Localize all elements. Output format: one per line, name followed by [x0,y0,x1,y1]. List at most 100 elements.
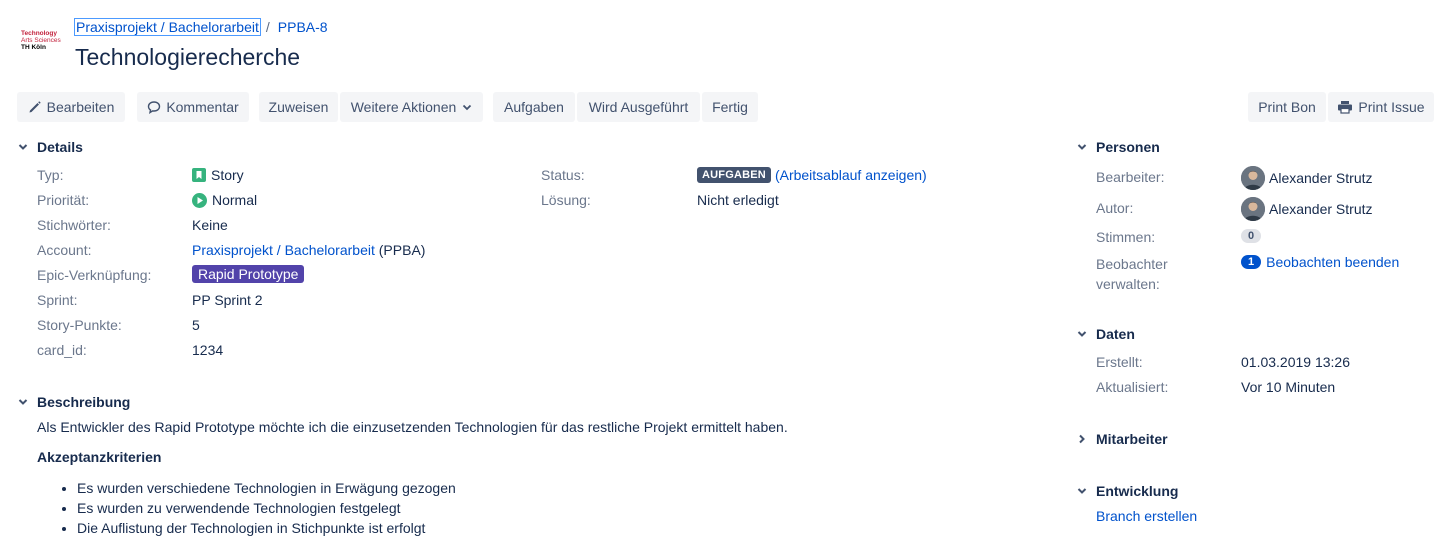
logo-line-1: Technology [21,30,57,37]
story-points-value: 5 [192,317,200,333]
priority-play-icon [192,192,207,208]
chevron-down-icon [1076,485,1088,497]
printer-icon [1337,100,1353,114]
priority-label: Priorität: [37,192,90,208]
assignee-value[interactable]: Alexander Strutz [1241,166,1373,190]
print-issue-button[interactable]: Print Issue [1328,92,1434,122]
chevron-down-icon [17,396,29,408]
issue-title[interactable]: Technologierecherche [75,44,300,71]
epic-lozenge[interactable]: Rapid Prototype [192,265,305,283]
assign-button-label: Zuweisen [268,99,329,115]
account-value: Praxisprojekt / Bachelorarbeit (PPBA) [192,242,425,258]
watchers-value: 1 Beobachten beenden [1241,254,1399,270]
updated-value: Vor 10 Minuten [1241,379,1336,395]
transition-done-label: Fertig [712,99,748,115]
chevron-down-icon [1076,328,1088,340]
chevron-down-icon [462,102,472,112]
assignee-name: Alexander Strutz [1269,170,1373,186]
created-value: 01.03.2019 13:26 [1241,354,1350,370]
chevron-down-icon [17,141,29,153]
status-lozenge: AUFGABEN [697,167,771,183]
watchers-count-badge: 1 [1241,255,1262,269]
avatar [1241,166,1265,190]
account-suffix: (PPBA) [378,242,426,258]
type-label: Typ: [37,167,64,183]
transition-todo-label: Aufgaben [504,99,564,115]
people-section-toggle[interactable]: Personen [1076,139,1160,155]
resolution-value: Nicht erledigt [697,192,779,208]
create-branch-link[interactable]: Branch erstellen [1096,508,1197,524]
edit-button-label: Bearbeiten [46,99,115,115]
account-label: Account: [37,242,92,258]
development-heading: Entwicklung [1096,483,1179,499]
people-heading: Personen [1096,139,1160,155]
print-bon-label: Print Bon [1258,99,1316,115]
stop-watching-link[interactable]: Beobachten beenden [1266,254,1399,270]
chevron-right-icon [1076,433,1088,445]
reporter-name: Alexander Strutz [1269,201,1373,217]
logo-line-2: Arts Sciences [21,37,61,44]
transition-in-progress-label: Wird Ausgeführt [588,99,689,115]
chevron-down-icon [1076,141,1088,153]
transition-todo-button[interactable]: Aufgaben [493,92,575,122]
priority-value-text: Normal [212,192,258,208]
epic-link-label: Epic-Verknüpfung: [37,267,152,283]
collaborators-section-toggle[interactable]: Mitarbeiter [1076,431,1168,447]
logo-line-3: TH Köln [21,44,46,51]
details-heading: Details [37,139,83,155]
sprint-label: Sprint: [37,292,78,308]
assignee-label: Bearbeiter: [1096,169,1165,185]
development-section-toggle[interactable]: Entwicklung [1076,483,1178,499]
votes-count-badge: 0 [1241,229,1262,243]
acceptance-criteria-list: Es wurden verschiedene Technologien in E… [37,478,456,538]
breadcrumb-project-link[interactable]: Praxisprojekt / Bachelorarbeit [74,18,261,36]
votes-value[interactable]: 0 [1241,229,1262,243]
labels-value: Keine [192,217,228,233]
watchers-label-line-1: Beobachter [1096,256,1168,272]
labels-label: Stichwörter: [37,217,111,233]
watchers-label[interactable]: Beobachter verwalten: [1096,254,1168,294]
speech-bubble-icon [147,100,161,114]
dates-section-toggle[interactable]: Daten [1076,326,1135,342]
workflow-link[interactable]: Arbeitsablauf anzeigen [780,167,922,183]
status-paren-close: ) [922,167,927,183]
priority-value: Normal [192,192,257,208]
transition-in-progress-button[interactable]: Wird Ausgeführt [577,92,700,122]
avatar [1241,197,1265,221]
collaborators-heading: Mitarbeiter [1096,431,1168,447]
description-section-toggle[interactable]: Beschreibung [17,394,130,410]
list-item: Es wurden verschiedene Technologien in E… [77,478,456,498]
epic-link-value: Rapid Prototype [192,265,305,283]
comment-button[interactable]: Kommentar [137,92,249,122]
status-label: Status: [541,167,585,183]
comment-button-label: Kommentar [166,99,239,115]
card-id-label: card_id: [37,342,87,358]
edit-button[interactable]: Bearbeiten [17,92,125,122]
breadcrumb-issue-key-link[interactable]: PPBA-8 [278,19,328,35]
transition-done-button[interactable]: Fertig [702,92,758,122]
acceptance-criteria-heading: Akzeptanzkriterien [37,449,162,465]
description-heading: Beschreibung [37,394,131,410]
list-item: Die Auflistung der Technologien in Stich… [77,518,456,538]
dates-heading: Daten [1096,326,1135,342]
watchers-label-line-2: verwalten: [1096,276,1160,292]
story-points-label: Story-Punkte: [37,317,122,333]
resolution-label: Lösung: [541,192,591,208]
list-item: Es wurden zu verwendende Technologien fe… [77,498,456,518]
print-issue-label: Print Issue [1358,99,1425,115]
reporter-value[interactable]: Alexander Strutz [1241,197,1373,221]
details-section-toggle[interactable]: Details [17,139,83,155]
pencil-icon [28,100,42,114]
card-id-value: 1234 [192,342,224,358]
sprint-value: PP Sprint 2 [192,292,263,308]
print-bon-button[interactable]: Print Bon [1248,92,1326,122]
reporter-label: Autor: [1096,200,1134,216]
description-text[interactable]: Als Entwickler des Rapid Prototype möcht… [37,419,788,435]
breadcrumb-separator: / [265,19,270,35]
account-link[interactable]: Praxisprojekt / Bachelorarbeit [192,242,375,258]
status-value: AUFGABEN (Arbeitsablauf anzeigen) [697,167,927,183]
type-value-text: Story [211,167,244,183]
assign-button[interactable]: Zuweisen [259,92,338,122]
more-actions-button[interactable]: Weitere Aktionen [340,92,483,122]
type-value: Story [192,167,244,183]
